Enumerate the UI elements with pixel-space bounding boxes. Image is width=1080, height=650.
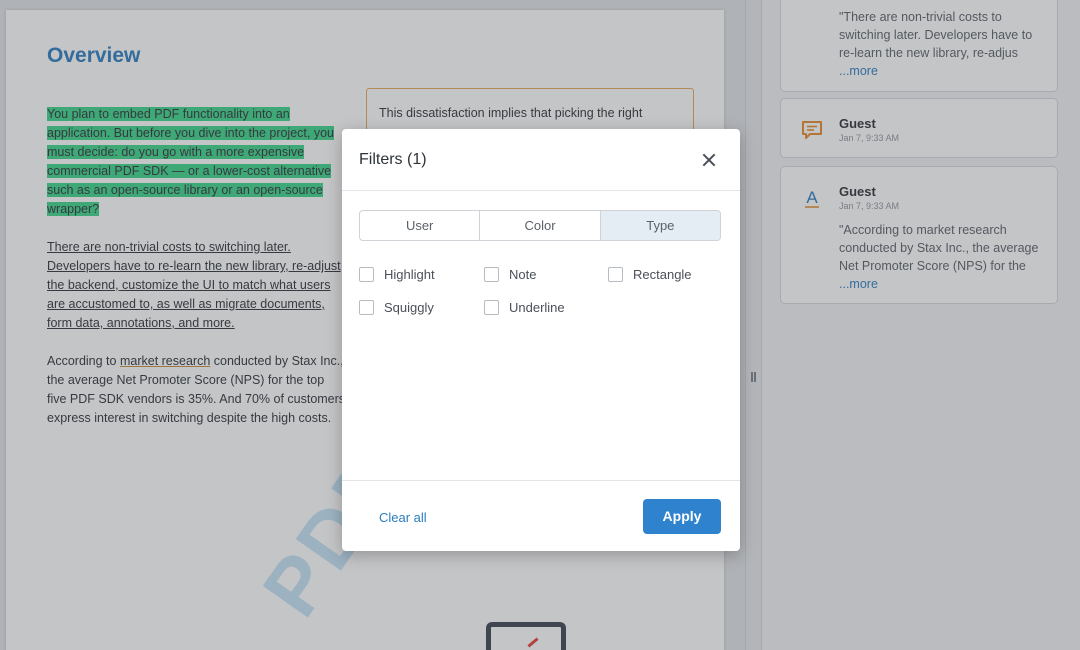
checkbox[interactable] (608, 267, 623, 282)
option-note[interactable]: Note (484, 267, 536, 282)
clear-all-button[interactable]: Clear all (379, 510, 427, 525)
tab-type[interactable]: Type (600, 211, 720, 240)
option-label: Squiggly (384, 300, 434, 315)
option-label: Underline (509, 300, 565, 315)
dialog-header: Filters (1) (342, 129, 740, 191)
filter-tabs: User Color Type (359, 210, 721, 241)
option-squiggly[interactable]: Squiggly (359, 300, 434, 315)
dialog-title: Filters (1) (359, 151, 427, 168)
option-highlight[interactable]: Highlight (359, 267, 435, 282)
dialog-footer: Clear all Apply (342, 480, 740, 551)
option-label: Rectangle (633, 267, 692, 282)
checkbox[interactable] (484, 300, 499, 315)
option-label: Highlight (384, 267, 435, 282)
checkbox[interactable] (484, 267, 499, 282)
option-rectangle[interactable]: Rectangle (608, 267, 692, 282)
close-icon[interactable] (698, 149, 720, 171)
apply-button[interactable]: Apply (643, 499, 721, 534)
option-label: Note (509, 267, 537, 282)
filters-dialog: Filters (1) User Color Type Highlight No… (342, 129, 740, 551)
checkbox[interactable] (359, 267, 374, 282)
tab-color[interactable]: Color (480, 211, 601, 240)
checkbox[interactable] (359, 300, 374, 315)
tab-user[interactable]: User (360, 211, 481, 240)
option-underline[interactable]: Underline (484, 300, 565, 315)
